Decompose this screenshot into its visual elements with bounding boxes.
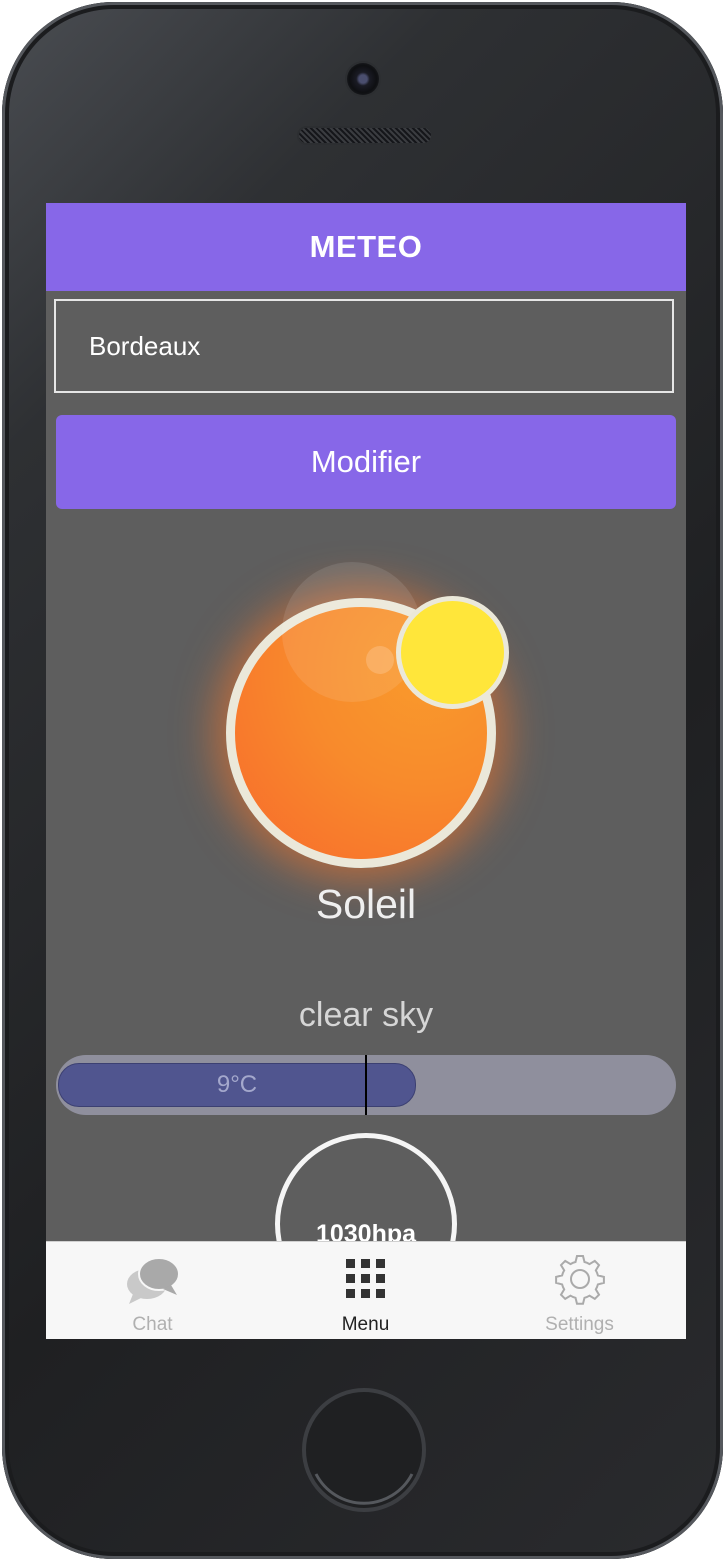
tab-settings[interactable]: Settings (473, 1242, 686, 1339)
tab-settings-label: Settings (545, 1314, 614, 1335)
front-camera (347, 63, 379, 95)
city-input[interactable]: Bordeaux (54, 299, 674, 393)
grid-menu-icon (345, 1259, 385, 1298)
tab-chat[interactable]: Chat (46, 1242, 259, 1339)
app-screen: METEO Bordeaux Modifier Soleil clear sky… (46, 203, 686, 1339)
temperature-label: 9°C (216, 1071, 258, 1098)
chat-bubbles-icon (126, 1257, 180, 1304)
tab-menu-label: Menu (341, 1314, 390, 1335)
phone-frame: METEO Bordeaux Modifier Soleil clear sky… (2, 2, 723, 1559)
weather-description: clear sky (298, 996, 434, 1034)
temperature-marker (365, 1055, 367, 1115)
modify-button-label: Modifier (310, 444, 422, 479)
home-button[interactable] (298, 1384, 430, 1516)
weather-icon (206, 548, 526, 878)
tab-bar: Chat Menu Settings (46, 1241, 686, 1339)
sun-small-icon (396, 596, 509, 709)
gear-icon (554, 1255, 605, 1305)
tab-menu[interactable]: Menu (259, 1242, 472, 1339)
weather-condition: Soleil (315, 881, 417, 927)
app-title: METEO (309, 229, 423, 264)
earpiece-speaker (299, 128, 431, 143)
temperature-bar: 9°C (56, 1055, 676, 1115)
tab-chat-label: Chat (132, 1314, 173, 1335)
sun-glare-dot-icon (366, 646, 394, 674)
app-header: METEO (46, 203, 686, 291)
city-input-value: Bordeaux (89, 330, 201, 361)
temperature-bar-fill: 9°C (58, 1063, 416, 1107)
modify-button[interactable]: Modifier (56, 415, 676, 509)
